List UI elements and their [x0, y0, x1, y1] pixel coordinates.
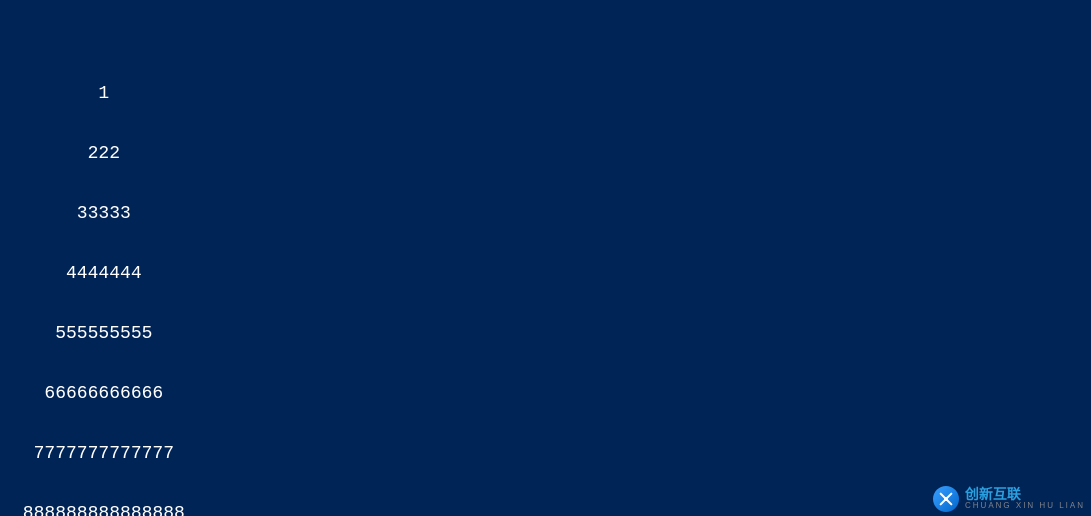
diamond-line: 888888888888888 [12, 504, 1083, 516]
diamond-line: 33333 [12, 204, 1083, 224]
brand-name-en: CHUANG XIN HU LIAN [965, 501, 1085, 511]
brand-logo-icon [933, 486, 959, 512]
diamond-line: 4444444 [12, 264, 1083, 284]
diamond-line: 222 [12, 144, 1083, 164]
terminal-output: 1 222 33333 4444444 555555555 6666666666… [0, 0, 1091, 516]
brand-text: 创新互联 CHUANG XIN HU LIAN [965, 487, 1085, 511]
diamond-line: 555555555 [12, 324, 1083, 344]
diamond-line: 7777777777777 [12, 444, 1083, 464]
diamond-line: 66666666666 [12, 384, 1083, 404]
diamond-pattern: 1 222 33333 4444444 555555555 6666666666… [12, 44, 1083, 516]
brand-watermark: 创新互联 CHUANG XIN HU LIAN [933, 486, 1085, 512]
diamond-line: 1 [12, 84, 1083, 104]
brand-name-zh: 创新互联 [965, 487, 1085, 501]
